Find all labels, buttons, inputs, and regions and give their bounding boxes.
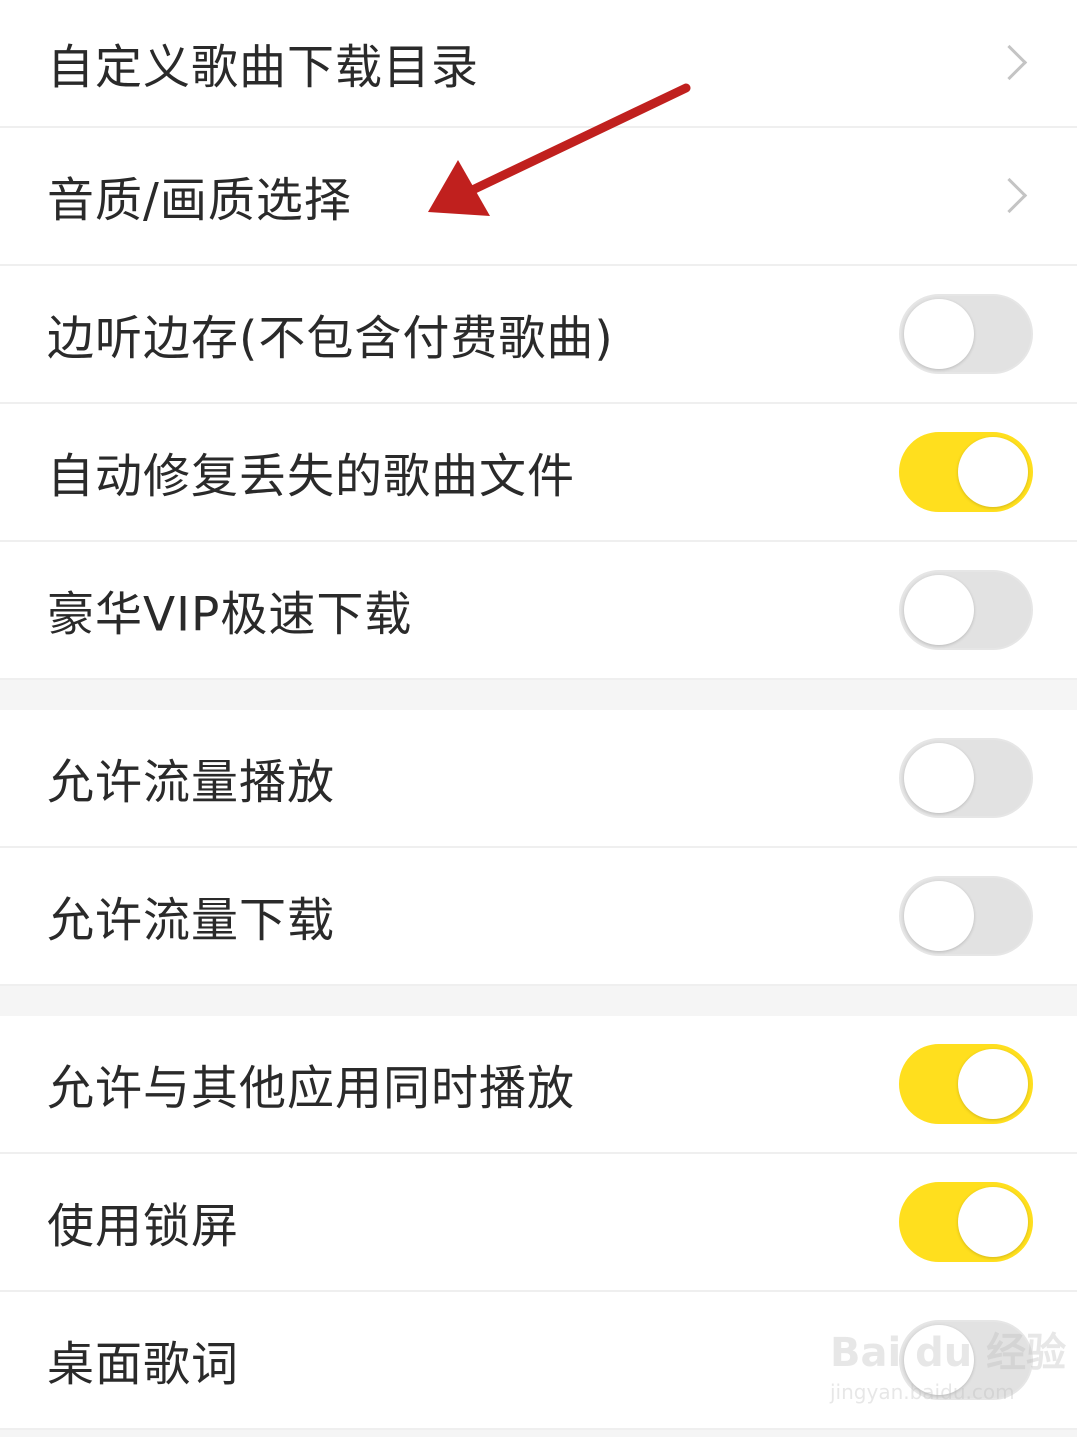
- desktop-lyrics-toggle[interactable]: [899, 1320, 1033, 1400]
- settings-row-auto-repair: 自动修复丢失的歌曲文件: [0, 404, 1077, 542]
- cache-while-listening-toggle[interactable]: [899, 294, 1033, 374]
- settings-row-label: 使用锁屏: [47, 1199, 239, 1255]
- settings-screen: 自定义歌曲下载目录 音质/画质选择 边听边存(不包含付费歌曲) 自动修复丢失的歌…: [0, 0, 1077, 1437]
- settings-row-label: 自定义歌曲下载目录: [47, 40, 479, 96]
- toggle-knob: [958, 1049, 1028, 1119]
- mobile-data-playback-toggle[interactable]: [899, 738, 1033, 818]
- auto-repair-toggle[interactable]: [899, 432, 1033, 512]
- settings-row-label: 允许流量下载: [47, 893, 335, 949]
- settings-row-mix-with-others: 允许与其他应用同时播放: [0, 1016, 1077, 1154]
- settings-row-label: 允许与其他应用同时播放: [47, 1061, 575, 1117]
- toggle-knob: [958, 1187, 1028, 1257]
- settings-row-label: 边听边存(不包含付费歌曲): [47, 311, 614, 367]
- chevron-right-icon: [991, 177, 1028, 214]
- toggle-knob: [904, 881, 974, 951]
- settings-row-quality-select[interactable]: 音质/画质选择: [0, 128, 1077, 266]
- lock-screen-toggle[interactable]: [899, 1182, 1033, 1262]
- toggle-knob: [958, 437, 1028, 507]
- settings-row-download-directory[interactable]: 自定义歌曲下载目录: [0, 0, 1077, 128]
- settings-row-label: 允许流量播放: [47, 755, 335, 811]
- settings-row-label: 豪华VIP极速下载: [47, 587, 413, 643]
- settings-row-desktop-lyrics: 桌面歌词: [0, 1292, 1077, 1430]
- settings-row-cache-while-listening: 边听边存(不包含付费歌曲): [0, 266, 1077, 404]
- toggle-knob: [904, 743, 974, 813]
- settings-row-label: 桌面歌词: [47, 1337, 239, 1393]
- settings-row-label: 自动修复丢失的歌曲文件: [47, 449, 575, 505]
- vip-fast-download-toggle[interactable]: [899, 570, 1033, 650]
- settings-row-mobile-data-playback: 允许流量播放: [0, 710, 1077, 848]
- mobile-data-download-toggle[interactable]: [899, 876, 1033, 956]
- mix-with-others-toggle[interactable]: [899, 1044, 1033, 1124]
- chevron-right-icon: [991, 44, 1028, 81]
- toggle-knob: [904, 575, 974, 645]
- settings-row-vip-fast-download: 豪华VIP极速下载: [0, 542, 1077, 680]
- settings-row-lock-screen: 使用锁屏: [0, 1154, 1077, 1292]
- settings-row-mobile-data-download: 允许流量下载: [0, 848, 1077, 986]
- toggle-knob: [904, 299, 974, 369]
- toggle-knob: [904, 1325, 974, 1395]
- settings-row-label: 音质/画质选择: [47, 173, 352, 229]
